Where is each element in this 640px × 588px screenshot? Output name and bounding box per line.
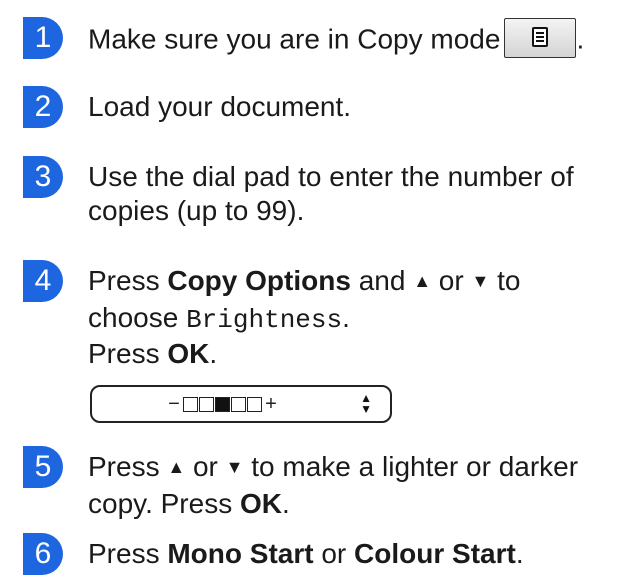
- copy-mode-button[interactable]: [504, 18, 577, 58]
- level-box: [231, 396, 246, 412]
- step-number-badge: 4: [23, 260, 63, 302]
- level-box: [247, 396, 262, 412]
- level-box-active: [215, 396, 230, 412]
- level-box: [183, 396, 198, 412]
- step-text: Load your document.: [88, 91, 352, 122]
- step-text: Press Copy Options and ▲ or ▼ to choose …: [88, 265, 521, 369]
- step-number-badge: 1: [23, 17, 63, 59]
- step-number-badge: 3: [23, 156, 63, 198]
- step-number-badge: 5: [23, 446, 63, 488]
- level-box: [199, 396, 214, 412]
- step-number-badge: 6: [23, 533, 63, 575]
- up-arrow-icon: ▲: [167, 457, 186, 477]
- step-number-badge: 2: [23, 86, 63, 128]
- brightness-scale: − +: [166, 394, 279, 414]
- copy-document-icon: [532, 27, 549, 47]
- step-text: Make sure you are in Copy mode.: [88, 18, 584, 61]
- step-text: Press ▲ or ▼ to make a lighter or darker…: [88, 451, 579, 519]
- plus-icon: +: [265, 393, 277, 415]
- up-down-arrows-icon: ▲ ▼: [360, 391, 372, 416]
- step-text: Use the dial pad to enter the number of …: [88, 161, 574, 226]
- down-arrow-icon: ▼: [225, 457, 244, 477]
- minus-icon: −: [168, 393, 180, 415]
- step-text: Press Mono Start or Colour Start.: [88, 538, 524, 569]
- lcd-display: − + ▲ ▼: [90, 385, 392, 423]
- down-arrow-icon: ▼: [471, 271, 490, 291]
- up-arrow-icon: ▲: [413, 271, 432, 291]
